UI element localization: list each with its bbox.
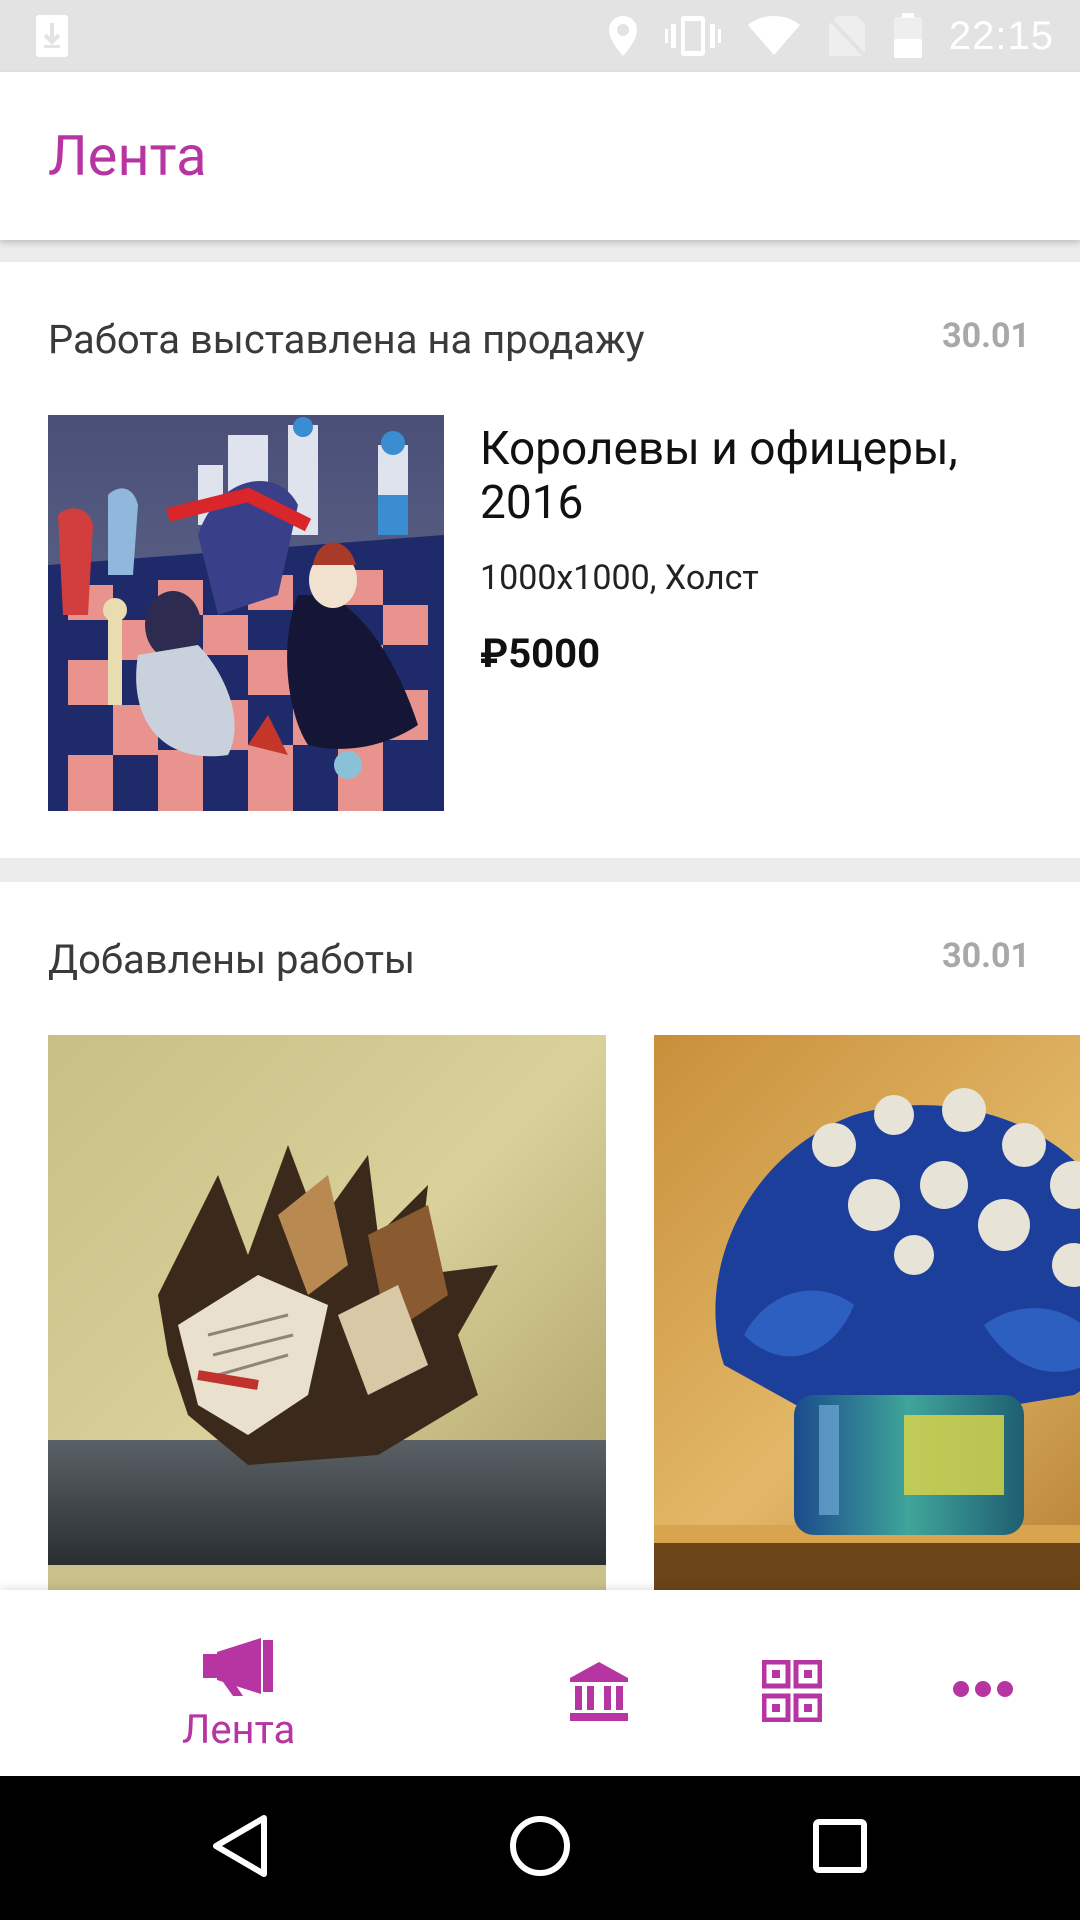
artwork-price: ₽5000 <box>480 630 601 677</box>
battery-icon <box>893 13 923 59</box>
card-date: 30.01 <box>942 936 1030 976</box>
back-button[interactable] <box>170 1776 310 1920</box>
vibrate-icon <box>664 14 721 58</box>
status-time: 22:15 <box>948 13 1054 58</box>
app-bar: Лента <box>0 72 1080 240</box>
nav-item-more[interactable] <box>952 1678 1014 1704</box>
megaphone-icon <box>201 1638 277 1700</box>
artwork-title: Королевы и офицеры, 2016 <box>480 422 958 530</box>
nav-item-feed[interactable]: Лента <box>182 1638 295 1753</box>
nav-item-label: Лента <box>182 1706 296 1753</box>
home-circle-icon <box>509 1815 571 1881</box>
back-triangle-icon <box>210 1814 270 1882</box>
card-title: Работа выставлена на продажу <box>48 316 645 363</box>
system-navigation-bar <box>0 1776 1080 1920</box>
wifi-icon <box>747 15 801 57</box>
download-notification-icon <box>34 13 70 59</box>
nav-item-qr[interactable] <box>761 1659 823 1726</box>
card-title: Добавлены работы <box>48 936 416 983</box>
artwork-image[interactable] <box>48 415 444 811</box>
feed-card-added-works[interactable]: Добавлены работы 30.01 <box>0 882 1080 1612</box>
card-date: 30.01 <box>942 316 1030 356</box>
recents-button[interactable] <box>770 1776 910 1920</box>
work-thumbnail[interactable] <box>654 1035 1080 1593</box>
more-dots-icon <box>952 1678 1014 1704</box>
home-button[interactable] <box>470 1776 610 1920</box>
feed-card-sale[interactable]: Работа выставлена на продажу 30.01 Корол… <box>0 262 1080 858</box>
no-sim-icon <box>827 14 867 58</box>
app-screen: 22:15 Лента Работа выставлена на продажу… <box>0 0 1080 1920</box>
bottom-navigation: Лента <box>0 1590 1080 1776</box>
artwork-info[interactable]: Королевы и офицеры, 2016 1000x1000, Холс… <box>480 422 1040 677</box>
qr-code-icon <box>761 1659 823 1726</box>
nav-item-museum[interactable] <box>568 1660 630 1726</box>
feed[interactable]: Работа выставлена на продажу 30.01 Корол… <box>0 262 1080 1612</box>
museum-icon <box>568 1660 630 1726</box>
recents-square-icon <box>812 1818 868 1878</box>
page-title: Лента <box>48 123 207 189</box>
status-bar: 22:15 <box>0 0 1080 72</box>
work-thumbnail[interactable] <box>48 1035 606 1593</box>
artwork-meta: 1000x1000, Холст <box>480 558 759 598</box>
works-carousel[interactable] <box>48 1035 1080 1593</box>
location-icon <box>607 14 639 58</box>
